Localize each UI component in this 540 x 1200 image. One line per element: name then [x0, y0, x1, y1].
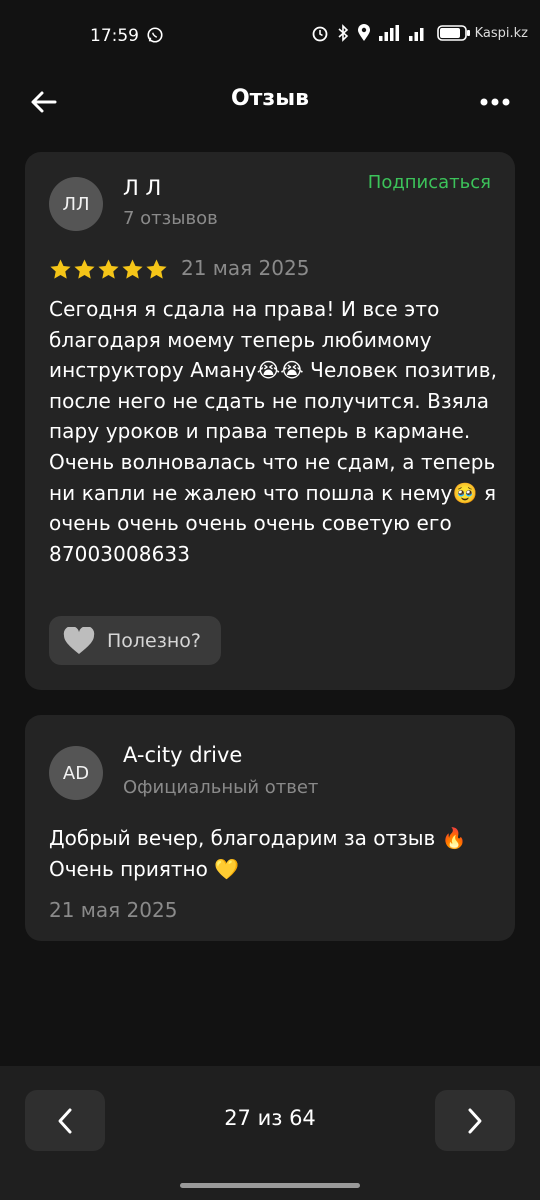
pagination-bar: 27 из 64: [0, 1066, 540, 1200]
review-card: ЛЛ Л Л 7 отзывов Подписаться 21 мая 2025…: [25, 152, 515, 690]
signal-icon: [378, 25, 399, 41]
next-review-button[interactable]: [435, 1090, 515, 1151]
reply-date: 21 мая 2025: [49, 898, 178, 922]
helpful-label: Полезно?: [107, 629, 201, 652]
review-text: Сегодня я сдала на права! И все это благ…: [49, 297, 498, 566]
rating-stars: [49, 258, 168, 281]
reply-card: AD A-city drive Официальный ответ Добрый…: [25, 715, 515, 941]
reply-subtitle: Официальный ответ: [123, 777, 319, 798]
watermark: Kaspi.kz: [474, 25, 528, 41]
subscribe-button[interactable]: Подписаться: [368, 172, 491, 193]
status-icons: Kaspi.kz: [311, 24, 528, 42]
star-icon: [74, 259, 95, 279]
reply-author-name: A-city drive: [123, 743, 243, 767]
bluetooth-icon: [338, 24, 348, 42]
page-title: Отзыв: [230, 86, 310, 111]
star-icon: [98, 259, 119, 279]
more-dots-icon[interactable]: [480, 92, 510, 112]
app-header: Отзыв: [0, 72, 540, 132]
status-time: 17:59: [90, 26, 139, 46]
review-date: 21 мая 2025: [181, 256, 310, 280]
heart-icon: [63, 626, 95, 654]
star-icon: [146, 259, 167, 279]
review-count: 7 отзывов: [123, 208, 218, 229]
avatar[interactable]: ЛЛ: [49, 177, 103, 231]
whatsapp-icon: [147, 27, 163, 43]
helpful-button[interactable]: Полезно?: [49, 616, 221, 665]
star-icon: [50, 259, 71, 279]
signal-icon-2: [408, 28, 424, 41]
reply-text: Добрый вечер, благодарим за отзыв 🔥 Очен…: [49, 826, 467, 881]
battery-icon: [436, 25, 470, 41]
reply-avatar: AD: [49, 746, 103, 800]
home-indicator[interactable]: [180, 1183, 360, 1188]
review-author-name[interactable]: Л Л: [123, 176, 161, 200]
alarm-icon: [312, 26, 328, 42]
location-icon: [357, 24, 370, 41]
status-bar: 17:59 Kaspi.kz: [0, 0, 540, 72]
chevron-right-icon: [468, 1108, 482, 1133]
star-icon: [122, 259, 143, 279]
